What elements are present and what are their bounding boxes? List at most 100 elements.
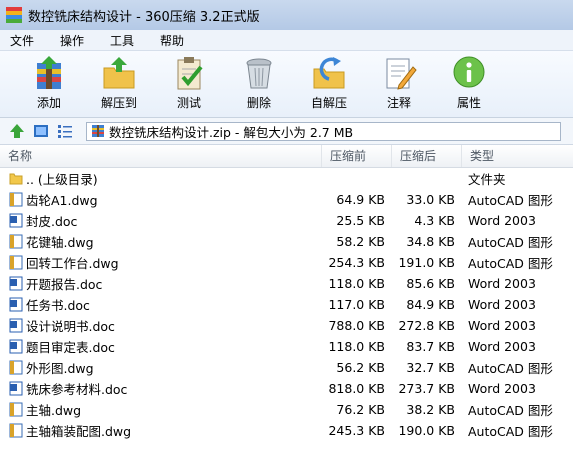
- file-type: 文件夹: [468, 172, 506, 187]
- menu-file[interactable]: 文件: [10, 32, 60, 49]
- file-size: 32.7 KB: [406, 360, 455, 375]
- file-compressed: 58.2 KB: [336, 234, 385, 249]
- menu-tools[interactable]: 工具: [110, 32, 160, 49]
- file-compressed: 254.3 KB: [328, 255, 385, 270]
- file-row[interactable]: 花键轴.dwg 58.2 KB 34.8 KB AutoCAD 图形: [0, 231, 573, 252]
- file-size: 33.0 KB: [406, 192, 455, 207]
- title-bar[interactable]: 数控铣床结构设计 - 360压缩 3.2正式版: [0, 0, 573, 30]
- dwg-file-icon: [9, 192, 23, 207]
- file-row[interactable]: 铣床参考材料.doc 818.0 KB 273.7 KB Word 2003: [0, 378, 573, 399]
- doc-file-icon: [9, 297, 23, 312]
- file-size: 85.6 KB: [406, 276, 455, 291]
- file-name: 齿轮A1.dwg: [26, 193, 98, 208]
- extract-folder-icon: [100, 55, 138, 91]
- file-row[interactable]: 主轴箱装配图.dwg 245.3 KB 190.0 KB AutoCAD 图形: [0, 420, 573, 441]
- menu-help[interactable]: 帮助: [160, 32, 210, 49]
- delete-button[interactable]: 删除: [224, 51, 294, 113]
- list-view-icon[interactable]: [56, 122, 74, 140]
- column-compressed[interactable]: 压缩前: [322, 145, 392, 167]
- file-row[interactable]: 主轴.dwg 76.2 KB 38.2 KB AutoCAD 图形: [0, 399, 573, 420]
- file-compressed: 818.0 KB: [328, 381, 385, 396]
- add-icon: [30, 55, 68, 91]
- file-row[interactable]: 开题报告.doc 118.0 KB 85.6 KB Word 2003: [0, 273, 573, 294]
- file-row[interactable]: 齿轮A1.dwg 64.9 KB 33.0 KB AutoCAD 图形: [0, 189, 573, 210]
- file-name: 题目审定表.doc: [26, 340, 115, 355]
- doc-file-icon: [9, 339, 23, 354]
- file-row[interactable]: 设计说明书.doc 788.0 KB 272.8 KB Word 2003: [0, 315, 573, 336]
- file-compressed: 788.0 KB: [328, 318, 385, 333]
- test-button[interactable]: 测试: [154, 51, 224, 113]
- app-logo-icon: [6, 7, 22, 23]
- column-size[interactable]: 压缩后: [392, 145, 462, 167]
- window-title: 数控铣床结构设计 - 360压缩 3.2正式版: [28, 9, 260, 25]
- address-text: 数控铣床结构设计.zip - 解包大小为 2.7 MB: [109, 124, 354, 140]
- column-type[interactable]: 类型: [462, 145, 573, 167]
- comment-label: 注释: [386, 96, 411, 110]
- file-name: 回转工作台.dwg: [26, 256, 119, 271]
- comment-icon: [380, 55, 418, 91]
- column-name[interactable]: 名称: [0, 145, 322, 167]
- file-type: AutoCAD 图形: [468, 361, 553, 376]
- sfx-button[interactable]: 自解压: [294, 51, 364, 113]
- file-type: AutoCAD 图形: [468, 424, 553, 439]
- file-name: 主轴.dwg: [26, 403, 82, 418]
- dwg-file-icon: [9, 402, 23, 417]
- file-row[interactable]: 任务书.doc 117.0 KB 84.9 KB Word 2003: [0, 294, 573, 315]
- comment-button[interactable]: 注释: [364, 51, 434, 113]
- file-size: 34.8 KB: [406, 234, 455, 249]
- file-row[interactable]: 题目审定表.doc 118.0 KB 83.7 KB Word 2003: [0, 336, 573, 357]
- add-button[interactable]: 添加: [14, 51, 84, 113]
- file-name: 设计说明书.doc: [26, 319, 115, 334]
- menu-operate[interactable]: 操作: [60, 32, 110, 49]
- info-icon: [450, 55, 488, 91]
- file-size: 4.3 KB: [414, 213, 455, 228]
- file-type: Word 2003: [468, 381, 536, 396]
- file-name: .. (上级目录): [26, 172, 98, 187]
- doc-file-icon: [9, 318, 23, 333]
- properties-label: 属性: [456, 96, 481, 110]
- file-type: Word 2003: [468, 297, 536, 312]
- file-type: AutoCAD 图形: [468, 256, 553, 271]
- app-window: 数控铣床结构设计 - 360压缩 3.2正式版 文件 操作 工具 帮助 添加 解…: [0, 0, 573, 454]
- file-compressed: 64.9 KB: [336, 192, 385, 207]
- extract-to-button[interactable]: 解压到: [84, 51, 154, 113]
- file-type: Word 2003: [468, 318, 536, 333]
- file-row[interactable]: 外形图.dwg 56.2 KB 32.7 KB AutoCAD 图形: [0, 357, 573, 378]
- file-compressed: 117.0 KB: [328, 297, 385, 312]
- trash-icon: [240, 55, 278, 91]
- sfx-label: 自解压: [310, 96, 347, 110]
- file-name: 主轴箱装配图.dwg: [26, 424, 132, 439]
- address-bar: 数控铣床结构设计.zip - 解包大小为 2.7 MB: [0, 118, 573, 145]
- address-field[interactable]: 数控铣床结构设计.zip - 解包大小为 2.7 MB: [86, 121, 561, 141]
- file-type: Word 2003: [468, 276, 536, 291]
- menu-bar: 文件 操作 工具 帮助: [0, 30, 573, 51]
- dwg-file-icon: [9, 360, 23, 375]
- file-row[interactable]: 回转工作台.dwg 254.3 KB 191.0 KB AutoCAD 图形: [0, 252, 573, 273]
- folder-icon: [9, 173, 23, 185]
- add-label: 添加: [36, 96, 61, 110]
- sfx-icon: [310, 55, 348, 91]
- up-arrow-icon[interactable]: [8, 122, 26, 140]
- file-size: 272.8 KB: [398, 318, 455, 333]
- doc-file-icon: [9, 381, 23, 396]
- archive-icon: [92, 125, 104, 137]
- file-type: Word 2003: [468, 213, 536, 228]
- dwg-file-icon: [9, 423, 23, 438]
- file-name: 铣床参考材料.doc: [26, 382, 128, 397]
- file-compressed: 25.5 KB: [336, 213, 385, 228]
- file-name: 花键轴.dwg: [26, 235, 94, 250]
- dwg-file-icon: [9, 234, 23, 249]
- test-label: 测试: [176, 96, 201, 110]
- file-row[interactable]: .. (上级目录) 文件夹: [0, 168, 573, 189]
- test-clipboard-icon: [170, 55, 208, 91]
- file-row[interactable]: 封皮.doc 25.5 KB 4.3 KB Word 2003: [0, 210, 573, 231]
- file-name: 封皮.doc: [26, 214, 78, 229]
- properties-button[interactable]: 属性: [434, 51, 504, 113]
- file-compressed: 245.3 KB: [328, 423, 385, 438]
- toolbar: 添加 解压到 测试 删除 自解压 注释 属性: [0, 51, 573, 118]
- detail-view-icon[interactable]: [32, 122, 50, 140]
- file-size: 273.7 KB: [398, 381, 455, 396]
- file-type: AutoCAD 图形: [468, 403, 553, 418]
- file-size: 83.7 KB: [406, 339, 455, 354]
- doc-file-icon: [9, 213, 23, 228]
